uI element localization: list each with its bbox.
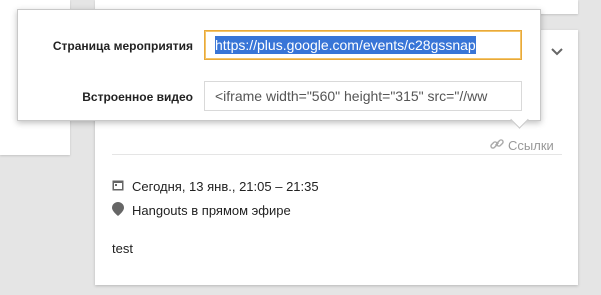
links-button[interactable]: Ссылки (489, 136, 554, 155)
event-page-url-value[interactable]: https://plus.google.com/events/c28gssnap (215, 36, 476, 54)
embed-video-label: Встроенное видео (82, 90, 193, 104)
location-pin-icon (112, 202, 124, 219)
event-place: Hangouts в прямом эфире (132, 203, 291, 218)
chevron-down-icon[interactable] (549, 44, 565, 60)
event-page-label: Страница мероприятия (52, 39, 193, 53)
event-description: test (112, 241, 133, 256)
event-page-url-field[interactable]: https://plus.google.com/events/c28gssnap (204, 30, 522, 60)
event-date-row: Сегодня, 13 янв., 21:05 – 21:35 (112, 179, 319, 194)
link-icon (489, 136, 505, 155)
embed-video-code-field[interactable]: <iframe width="560" height="315" src="//… (204, 81, 522, 111)
event-date: Сегодня, 13 янв., 21:05 – 21:35 (132, 179, 319, 194)
card-divider (112, 154, 562, 155)
embed-video-code-value[interactable]: <iframe width="560" height="315" src="//… (215, 88, 487, 104)
event-place-row: Hangouts в прямом эфире (112, 202, 291, 219)
links-label: Ссылки (508, 138, 554, 153)
calendar-icon (112, 179, 124, 194)
